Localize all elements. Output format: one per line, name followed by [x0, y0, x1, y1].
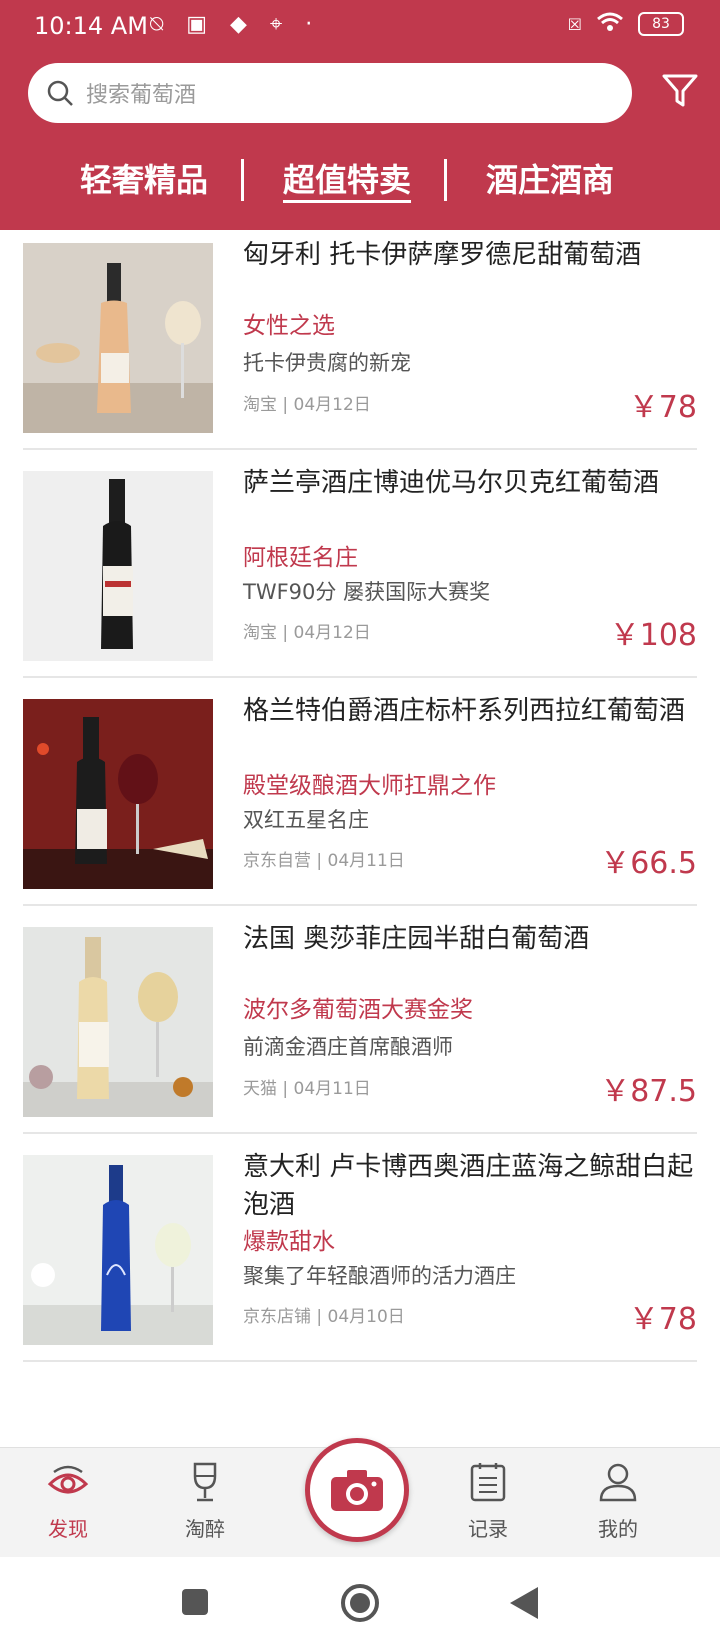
product-image — [23, 243, 223, 443]
product-item[interactable]: 匈牙利 托卡伊萨摩罗德尼甜葡萄酒 女性之选 托卡伊贵腐的新宠 淘宝 | 04月1… — [23, 230, 697, 450]
nav-label: 记录 — [468, 1517, 508, 1541]
product-meta: 天猫 | 04月11日 — [243, 1079, 371, 1099]
status-time: 10:14 AM — [34, 12, 148, 40]
tab-divider — [444, 159, 447, 201]
product-meta: 淘宝 | 04月12日 — [243, 395, 371, 415]
search-icon — [47, 80, 73, 106]
tab-divider — [241, 159, 244, 201]
status-bar: 10:14 AM ⍉ ▣ ◆ ⌖ · ☒ 83 — [0, 0, 720, 55]
product-tagline: 女性之选 — [243, 313, 335, 339]
eye-icon — [47, 1465, 89, 1494]
person-icon — [599, 1463, 637, 1502]
product-image — [23, 471, 223, 671]
product-meta: 京东自营 | 04月11日 — [243, 851, 405, 871]
product-meta: 京东店铺 | 04月10日 — [243, 1307, 405, 1327]
product-item[interactable]: 法国 奥莎菲庄园半甜白葡萄酒 波尔多葡萄酒大赛金奖 前滴金酒庄首席酿酒师 天猫 … — [23, 914, 697, 1134]
product-price: ￥108 — [609, 618, 697, 653]
product-title: 萨兰亭酒庄博迪优马尔贝克红葡萄酒 — [243, 468, 660, 498]
product-title: 意大利 卢卡博西奥酒庄蓝海之鲸甜白起泡酒 — [243, 1152, 694, 1220]
nav-label: 我的 — [598, 1517, 638, 1541]
wifi-icon — [596, 12, 624, 36]
product-price: ￥87.5 — [600, 1074, 697, 1109]
product-price: ￥66.5 — [600, 846, 697, 881]
bottom-nav: 发现 淘醉 记录 我的 — [0, 1438, 720, 1558]
product-title: 匈牙利 托卡伊萨摩罗德尼甜葡萄酒 — [243, 240, 642, 270]
product-tagline: 阿根廷名庄 — [243, 545, 358, 571]
nav-label: 淘醉 — [185, 1517, 225, 1541]
home-icon[interactable] — [340, 1583, 380, 1623]
product-meta: 淘宝 | 04月12日 — [243, 623, 371, 643]
product-tagline: 波尔多葡萄酒大赛金奖 — [243, 997, 473, 1023]
product-title: 格兰特伯爵酒庄标杆系列西拉红葡萄酒 — [243, 696, 686, 726]
product-description: 托卡伊贵腐的新宠 — [243, 351, 411, 375]
camera-icon — [331, 1470, 383, 1511]
search-placeholder: 搜索葡萄酒 — [86, 83, 197, 108]
recent-apps-icon[interactable] — [180, 1587, 210, 1617]
tab-luxury[interactable]: 轻奢精品 — [80, 155, 208, 201]
product-item[interactable]: 意大利 卢卡博西奥酒庄蓝海之鲸甜白起泡酒 爆款甜水 聚集了年轻酿酒师的活力酒庄 … — [23, 1142, 697, 1362]
product-description: 聚集了年轻酿酒师的活力酒庄 — [243, 1264, 516, 1288]
product-price: ￥78 — [628, 390, 697, 425]
product-price: ￥78 — [628, 1302, 697, 1337]
nav-profile[interactable]: 我的 — [568, 1460, 668, 1542]
product-item[interactable]: 格兰特伯爵酒庄标杆系列西拉红葡萄酒 殿堂级酿酒大师扛鼎之作 双红五星名庄 京东自… — [23, 686, 697, 906]
back-icon[interactable] — [508, 1585, 540, 1621]
product-tagline: 殿堂级酿酒大师扛鼎之作 — [243, 773, 496, 799]
nav-label: 发现 — [48, 1517, 88, 1541]
nav-discover[interactable]: 发现 — [18, 1460, 118, 1542]
nav-taozui[interactable]: 淘醉 — [155, 1460, 255, 1542]
product-description: TWF90分 屡获国际大赛奖 — [243, 580, 491, 604]
product-image — [23, 1155, 223, 1355]
wine-glass-icon — [193, 1462, 217, 1502]
product-item[interactable]: 萨兰亭酒庄博迪优马尔贝克红葡萄酒 阿根廷名庄 TWF90分 屡获国际大赛奖 淘宝… — [23, 458, 697, 678]
product-description: 双红五星名庄 — [243, 808, 369, 832]
system-nav-bar — [0, 1557, 720, 1650]
status-right: ☒ 83 — [568, 12, 684, 36]
product-image — [23, 699, 223, 899]
battery-icon: 83 — [638, 12, 684, 36]
product-tagline: 爆款甜水 — [243, 1229, 335, 1255]
nav-records[interactable]: 记录 — [438, 1460, 538, 1542]
product-title: 法国 奥莎菲庄园半甜白葡萄酒 — [243, 924, 590, 954]
filter-icon[interactable] — [660, 71, 700, 115]
tab-value-deals[interactable]: 超值特卖 — [283, 155, 411, 201]
sim-icon: ☒ — [567, 14, 582, 34]
notification-icons: ⍉ ▣ ◆ ⌖ · — [150, 12, 321, 37]
header: 搜索葡萄酒 — [0, 55, 720, 135]
product-image — [23, 927, 223, 1127]
product-description: 前滴金酒庄首席酿酒师 — [243, 1035, 453, 1059]
clipboard-icon — [470, 1463, 506, 1502]
category-tabs: 轻奢精品 超值特卖 酒庄酒商 — [0, 135, 720, 230]
camera-button[interactable] — [305, 1438, 409, 1542]
search-input[interactable]: 搜索葡萄酒 — [28, 63, 632, 123]
tab-wineries[interactable]: 酒庄酒商 — [486, 155, 614, 201]
